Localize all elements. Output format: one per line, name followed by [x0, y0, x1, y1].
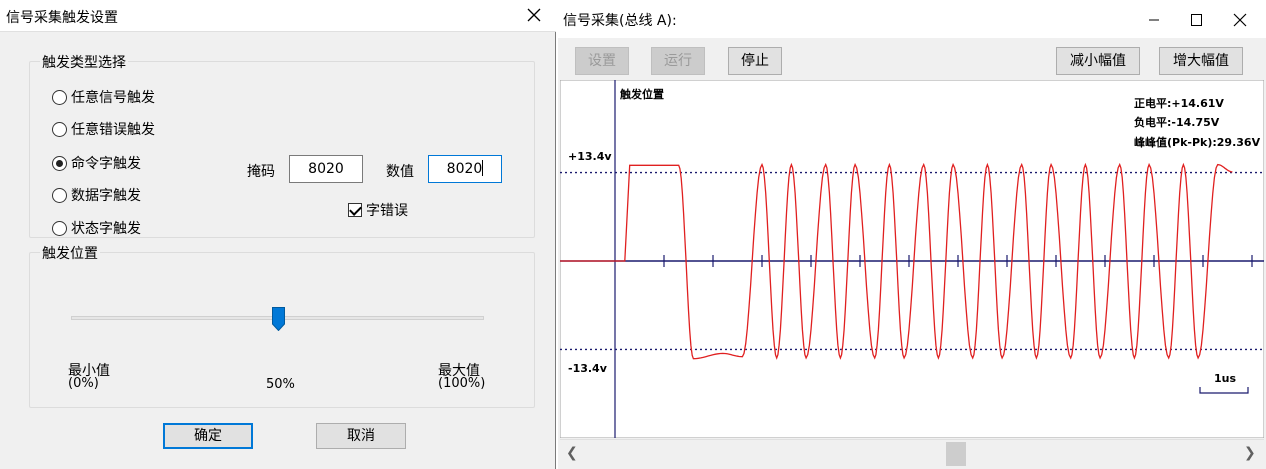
mask-label: 掩码: [247, 164, 275, 180]
mask-input[interactable]: 8020: [289, 155, 363, 183]
radio-label: 数据字触发: [71, 188, 141, 204]
signal-capture-window: 信号采集(总线 A): 设置 运行 停止 减小幅值 增大幅值 触发位置 +13.…: [558, 0, 1266, 469]
run-button[interactable]: 运行: [651, 47, 705, 75]
radio-button[interactable]: [52, 187, 67, 203]
value-input[interactable]: 8020: [428, 155, 502, 183]
value-input-value: 8020: [446, 161, 483, 177]
time-scale-label: 1us: [1214, 372, 1236, 385]
scope-title: 信号采集(总线 A):: [563, 13, 677, 29]
current-value-percent: 50%: [266, 377, 295, 392]
word-error-checkbox[interactable]: [348, 203, 362, 217]
increase-amplitude-button[interactable]: 增大幅值: [1159, 47, 1243, 75]
radio-label: 状态字触发: [71, 221, 141, 237]
trigger-position-label: 触发位置: [619, 87, 664, 101]
ok-button[interactable]: 确定: [163, 423, 253, 449]
radio-command-word[interactable]: 命令字触发: [52, 153, 141, 173]
radio-any-signal[interactable]: 任意信号触发: [52, 87, 155, 107]
radio-any-error[interactable]: 任意错误触发: [52, 119, 155, 139]
word-error-checkbox-row[interactable]: 字错误: [348, 200, 408, 220]
setup-button[interactable]: 设置: [575, 47, 629, 75]
trigger-position-slider-thumb[interactable]: [272, 307, 285, 331]
radio-button-checked[interactable]: [52, 155, 67, 171]
radio-label: 任意信号触发: [71, 90, 155, 106]
oscilloscope-plot: 触发位置 +13.4v -13.4v 正电平:+14.61V 负电平:-14.7…: [560, 80, 1264, 438]
scrollbar-thumb[interactable]: [946, 442, 966, 466]
horizontal-scrollbar[interactable]: ❮ ❯: [560, 439, 1264, 467]
stop-button[interactable]: 停止: [728, 47, 782, 75]
maximize-icon[interactable]: [1176, 6, 1216, 34]
scope-titlebar: 信号采集(总线 A):: [558, 0, 1266, 38]
oscilloscope-plot-area: 触发位置 +13.4v -13.4v 正电平:+14.61V 负电平:-14.7…: [560, 80, 1264, 438]
radio-button[interactable]: [52, 121, 67, 137]
close-icon[interactable]: [1220, 6, 1260, 34]
upper-level-label: +13.4v: [568, 150, 612, 163]
decrease-amplitude-button[interactable]: 减小幅值: [1056, 47, 1140, 75]
cancel-button[interactable]: 取消: [316, 423, 406, 449]
trigger-position-group-label: 触发位置: [40, 243, 100, 263]
close-icon[interactable]: [522, 3, 546, 27]
min-value-percent: (0%): [68, 376, 99, 391]
peak-to-peak-stat: 峰峰值(Pk-Pk):29.36V: [1134, 135, 1261, 149]
trigger-settings-dialog: 信号采集触发设置 触发类型选择 任意信号触发 任意错误触发 命令字触发 数据字触…: [0, 0, 556, 469]
scroll-right-icon[interactable]: ❯: [1244, 445, 1256, 461]
text-caret: [482, 160, 484, 176]
radio-button[interactable]: [52, 220, 67, 236]
radio-status-word[interactable]: 状态字触发: [52, 218, 141, 238]
word-error-label: 字错误: [366, 203, 408, 219]
mask-input-value: 8020: [308, 161, 344, 177]
radio-data-word[interactable]: 数据字触发: [52, 185, 141, 205]
trigger-type-group-label: 触发类型选择: [40, 52, 128, 72]
radio-label: 任意错误触发: [71, 122, 155, 138]
minimize-icon[interactable]: [1134, 6, 1174, 34]
radio-button[interactable]: [52, 89, 67, 105]
positive-level-stat: 正电平:+14.61V: [1134, 96, 1224, 110]
negative-level-stat: 负电平:-14.75V: [1134, 115, 1220, 129]
scroll-left-icon[interactable]: ❮: [566, 445, 578, 461]
lower-level-label: -13.4v: [568, 362, 608, 375]
max-value-percent: (100%): [438, 376, 486, 391]
radio-label: 命令字触发: [71, 156, 141, 172]
dialog-titlebar: 信号采集触发设置: [0, 0, 556, 32]
value-label: 数值: [386, 164, 414, 180]
dialog-title: 信号采集触发设置: [6, 10, 118, 26]
